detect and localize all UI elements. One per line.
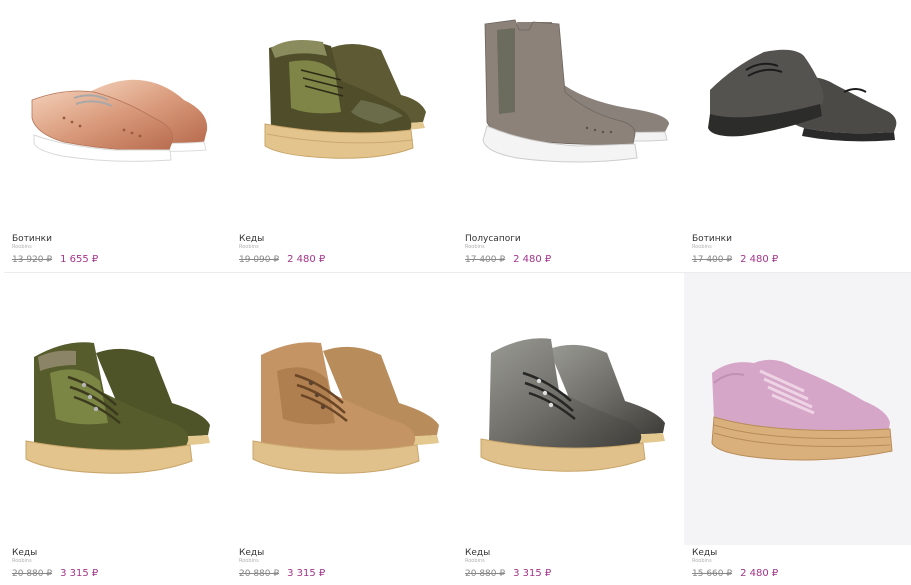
metallic-hiking-sneaker-icon [480, 338, 665, 472]
product-card[interactable]: Кеды Roobins 20 880 ₽ 3 315 ₽ [457, 273, 684, 585]
dark-grey-brogue-shoe-icon [708, 49, 897, 142]
sale-price: 1 655 ₽ [60, 254, 99, 265]
pink-platform-sneaker-icon [684, 273, 911, 545]
product-prices: 20 880 ₽ 3 315 ₽ [239, 568, 325, 580]
product-name[interactable]: Кеды [239, 548, 325, 558]
product-name[interactable]: Полусапоги [465, 234, 551, 244]
product-image[interactable] [4, 0, 231, 228]
product-name[interactable]: Кеды [239, 234, 325, 244]
product-card[interactable]: Кеды Roobins 20 880 ₽ 3 315 ₽ [4, 273, 231, 585]
product-prices: 15 660 ₽ 2 480 ₽ [692, 568, 778, 580]
product-prices: 13 920 ₽ 1 655 ₽ [12, 254, 98, 266]
product-name[interactable]: Кеды [692, 548, 778, 558]
product-image[interactable] [684, 0, 911, 228]
product-brand: Roobins [692, 244, 712, 250]
old-price: 17 400 ₽ [692, 255, 733, 265]
old-price: 20 880 ₽ [465, 569, 506, 579]
product-image[interactable] [4, 273, 231, 541]
product-card[interactable]: Кеды Roobins 20 880 ₽ 3 315 ₽ [231, 273, 457, 585]
product-image[interactable] [684, 273, 911, 545]
product-brand: Roobins [692, 558, 712, 564]
sale-price: 3 315 ₽ [513, 568, 552, 579]
old-price: 19 090 ₽ [239, 255, 280, 265]
old-price: 17 400 ₽ [465, 255, 506, 265]
product-name[interactable]: Кеды [12, 548, 98, 558]
product-brand: Roobins [239, 244, 259, 250]
product-brand: Roobins [12, 558, 32, 564]
product-grid: Ботинки Roobins 13 920 ₽ 1 655 ₽ Кеды Roo… [4, 0, 911, 585]
product-name[interactable]: Ботинки [692, 234, 778, 244]
product-brand: Roobins [465, 558, 485, 564]
old-price: 13 920 ₽ [12, 255, 53, 265]
product-card[interactable]: Кеды Roobins 19 090 ₽ 2 480 ₽ [231, 0, 457, 272]
product-image[interactable] [457, 0, 684, 228]
sale-price: 2 480 ₽ [740, 568, 779, 579]
product-card[interactable]: Полусапоги Roobins 17 400 ₽ 2 480 ₽ [457, 0, 684, 272]
product-prices: 17 400 ₽ 2 480 ₽ [692, 254, 778, 266]
olive-fur-sneaker-icon [264, 40, 426, 159]
sale-price: 3 315 ₽ [287, 568, 326, 579]
product-prices: 19 090 ₽ 2 480 ₽ [239, 254, 325, 266]
tan-hiking-sneaker-icon [252, 342, 439, 474]
product-brand: Roobins [239, 558, 259, 564]
product-prices: 20 880 ₽ 3 315 ₽ [12, 568, 98, 580]
product-card[interactable]: Кеды Roobins 15 660 ₽ 2 480 ₽ [684, 273, 911, 585]
sale-price: 2 480 ₽ [513, 254, 552, 265]
product-card[interactable]: Ботинки Roobins 17 400 ₽ 2 480 ₽ [684, 0, 911, 272]
product-card[interactable]: Ботинки Roobins 13 920 ₽ 1 655 ₽ [4, 0, 231, 272]
product-prices: 17 400 ₽ 2 480 ₽ [465, 254, 551, 266]
product-prices: 20 880 ₽ 3 315 ₽ [465, 568, 551, 580]
product-image[interactable] [457, 273, 684, 541]
product-image[interactable] [231, 0, 457, 228]
rose-gold-brogue-shoe-icon [31, 79, 208, 162]
product-image[interactable] [231, 273, 457, 541]
olive-hiking-sneaker-icon [25, 342, 210, 474]
product-name[interactable]: Ботинки [12, 234, 98, 244]
sale-price: 2 480 ₽ [740, 254, 779, 265]
product-brand: Roobins [465, 244, 485, 250]
product-name[interactable]: Кеды [465, 548, 551, 558]
product-brand: Roobins [12, 244, 32, 250]
sale-price: 2 480 ₽ [287, 254, 326, 265]
old-price: 20 880 ₽ [239, 569, 280, 579]
old-price: 15 660 ₽ [692, 569, 733, 579]
old-price: 20 880 ₽ [12, 569, 53, 579]
sale-price: 3 315 ₽ [60, 568, 99, 579]
grey-chelsea-boot-icon [482, 19, 669, 163]
